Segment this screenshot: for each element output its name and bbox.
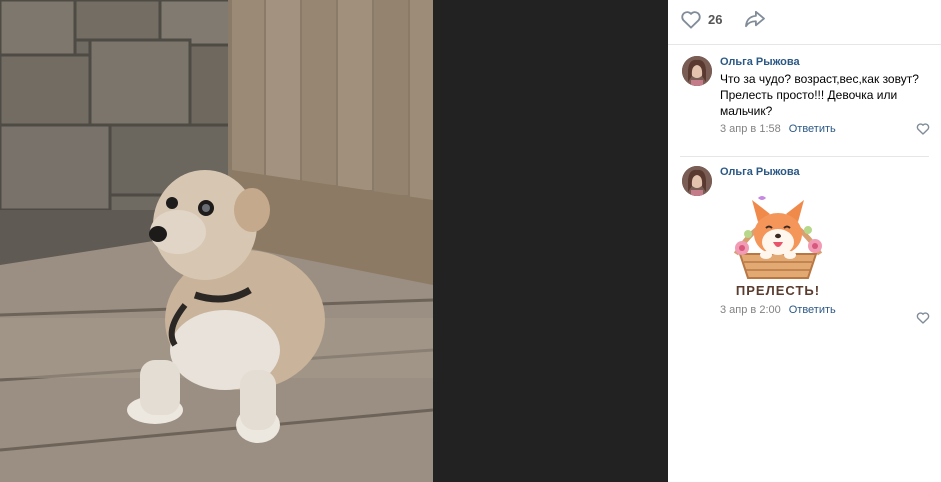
comment-body: Ольга Рыжова ПРЕЛЕСТЬ! 3 апр в 2:00 Отве… <box>720 166 935 316</box>
sticker-label: ПРЕЛЕСТЬ! <box>736 283 820 298</box>
board <box>338 0 372 190</box>
heart-outline-icon <box>916 312 930 324</box>
heart-outline-icon <box>916 123 930 135</box>
comments-panel: 26 Ольга Рыжова Что за чудо? возраст,вес… <box>668 0 941 482</box>
avatar-image <box>682 56 712 86</box>
photo-stage <box>0 0 668 482</box>
corgi-sticker-image: ПРЕЛЕСТЬ! <box>733 196 823 298</box>
board <box>302 0 336 185</box>
board <box>410 0 433 200</box>
heart-outline-icon <box>681 11 701 29</box>
wall-block <box>0 53 92 127</box>
corgi-sticker[interactable]: ПРЕЛЕСТЬ! <box>718 182 838 302</box>
comment-text: Что за чудо? возраст,вес,как зовут? Прел… <box>720 72 919 118</box>
board <box>374 0 408 195</box>
dog-leg-left <box>140 360 180 415</box>
comment-body: Ольга Рыжова Что за чудо? возраст,вес,ка… <box>720 56 935 135</box>
comment-author[interactable]: Ольга Рыжова <box>720 166 935 178</box>
share-button[interactable] <box>744 10 766 28</box>
leaf <box>804 226 812 234</box>
leaf <box>744 230 752 238</box>
comment-meta: 3 апр в 1:58 Ответить <box>720 123 935 135</box>
dog-eye-reflection <box>202 204 210 212</box>
wall-block <box>158 0 232 47</box>
actions-divider <box>668 44 941 45</box>
avatar[interactable] <box>682 56 712 86</box>
post-actions: 26 <box>680 7 766 31</box>
reply-button[interactable]: Ответить <box>789 123 836 135</box>
avatar[interactable] <box>682 166 712 196</box>
comment-time[interactable]: 3 апр в 1:58 <box>720 123 781 135</box>
share-arrow-icon <box>745 10 766 28</box>
comment-author[interactable]: Ольга Рыжова <box>720 56 935 68</box>
wall-block <box>73 0 162 42</box>
wall-block <box>0 123 112 212</box>
board <box>232 0 264 175</box>
comment-separator <box>680 156 929 157</box>
board <box>266 0 300 180</box>
wall-block <box>88 38 192 127</box>
dog-photo[interactable] <box>0 0 433 482</box>
comment-time[interactable]: 3 апр в 2:00 <box>720 304 781 316</box>
wall-block <box>0 0 77 57</box>
photo-viewer: 26 Ольга Рыжова Что за чудо? возраст,вес… <box>0 0 941 482</box>
comment-meta: 3 апр в 2:00 Ответить <box>720 304 935 316</box>
dog-nose <box>149 226 167 242</box>
dog-photo-image <box>0 0 433 482</box>
dog-ear <box>234 188 270 232</box>
like-count: 26 <box>708 11 723 27</box>
reply-button[interactable]: Ответить <box>789 304 836 316</box>
avatar-image <box>682 166 712 196</box>
dog-eye-left <box>166 197 178 209</box>
like-button[interactable]: 26 <box>680 9 722 29</box>
basket <box>738 253 818 279</box>
comment-like-button[interactable] <box>916 122 930 140</box>
butterfly <box>758 196 766 200</box>
dog-leg-right <box>240 370 276 430</box>
comment-like-button[interactable] <box>916 311 930 329</box>
